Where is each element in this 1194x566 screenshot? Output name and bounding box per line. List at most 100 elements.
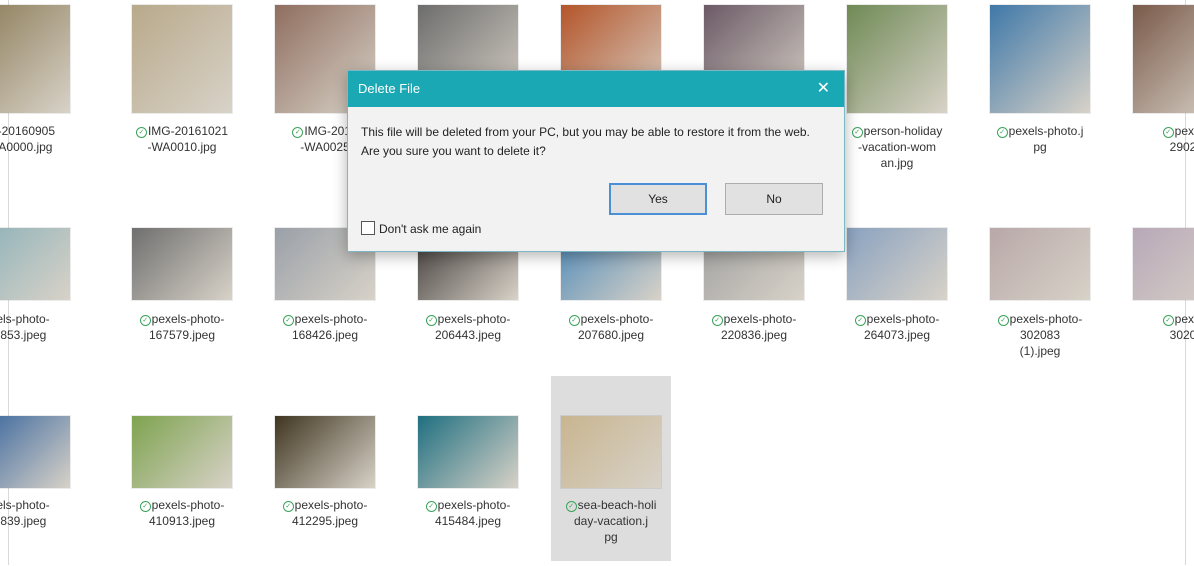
file-name-text: sea-beach-holi: [577, 498, 657, 512]
file-name: ✓ IMG-20161021 -WA0010.jpg: [122, 123, 242, 155]
thumbnail-image[interactable]: [132, 5, 232, 113]
file-name-text: 415484.jpeg: [434, 514, 502, 528]
file-name-line: WA0000.jpg: [0, 139, 80, 155]
file-name-line: day-vacation.j: [551, 513, 671, 529]
file-name-line: ✓ pexels-photo-: [265, 497, 385, 513]
file-name-text: -WA0025: [300, 140, 350, 154]
file-name-text: -WA0010.jpg: [147, 140, 217, 154]
file-name-line: ✓ sea-beach-holi: [551, 497, 671, 513]
sync-status-icon: ✓: [139, 315, 151, 326]
file-name-text: 410913.jpeg: [148, 514, 216, 528]
file-name-text: pexels-photo-: [294, 312, 368, 326]
thumbnail-image[interactable]: [132, 416, 232, 488]
file-name-line: xels-photo-: [0, 497, 80, 513]
dont-ask-again-checkbox[interactable]: [361, 221, 375, 235]
delete-file-dialog: Delete File ✕ This file will be deleted …: [347, 70, 845, 252]
file-item[interactable]: ✓ sea-beach-holi day-vacation.j pg: [551, 376, 671, 561]
file-name-line: (1).jpeg: [980, 343, 1100, 359]
sync-status-icon: ✓: [1162, 127, 1174, 138]
file-item[interactable]: ✓ pexels-photo- 167579.jpeg: [122, 228, 242, 378]
file-name-text: pexels-photo-: [151, 498, 225, 512]
file-name-text: 3839.jpeg: [0, 514, 47, 528]
dont-ask-again-label: Don't ask me again: [379, 222, 482, 236]
file-name-text: pexels-photo-: [437, 312, 511, 326]
file-name: ✓ pexels-photo- 220836.jpeg: [694, 311, 814, 343]
file-name-text: pg: [1033, 140, 1047, 154]
sync-status-icon: ✓: [135, 127, 147, 138]
file-name-text: pexels-photo-: [151, 312, 225, 326]
file-item[interactable]: ✓ pexels-photo.j pg: [980, 5, 1100, 155]
file-name-line: xels-photo-: [0, 311, 80, 327]
file-name-text: WA0000.jpg: [0, 140, 53, 154]
thumbnail-image[interactable]: [1133, 5, 1194, 113]
file-name-line: -vacation-wom: [837, 139, 957, 155]
file-name-line: ✓ pexels-photo-: [408, 497, 528, 513]
file-name-line: ✓ pexels-photo-: [122, 497, 242, 513]
file-name-line: ✓ pexels-photo-: [551, 311, 671, 327]
file-name-line: ✓ person-holiday: [837, 123, 957, 139]
file-item[interactable]: ✓ pexels-photo- 415484.jpeg: [408, 416, 528, 566]
sync-status-icon: ✓: [425, 501, 437, 512]
thumbnail-image[interactable]: [847, 228, 947, 300]
thumbnail-image[interactable]: [561, 416, 661, 488]
thumbnail-image[interactable]: [0, 228, 70, 300]
thumbnail-image[interactable]: [0, 416, 70, 488]
file-name-line: 167579.jpeg: [122, 327, 242, 343]
file-name-text: 167579.jpeg: [148, 328, 216, 342]
file-name-text: pexels-photo-: [437, 498, 511, 512]
file-item[interactable]: xels-photo- 5853.jpeg: [0, 228, 80, 378]
file-name: ✓ pexels-photo- 302083 (1).jpeg: [980, 311, 1100, 359]
thumbnail-image[interactable]: [0, 5, 70, 113]
file-item[interactable]: xels-photo- 3839.jpeg: [0, 416, 80, 566]
file-name-line: 3839.jpeg: [0, 513, 80, 529]
thumbnail-image[interactable]: [1133, 228, 1194, 300]
file-item[interactable]: ✓ pexels-photo- 302083 (1).jpeg: [980, 228, 1100, 378]
file-item[interactable]: ✓ IMG-20161021 -WA0010.jpg: [122, 5, 242, 155]
thumbnail-image[interactable]: [990, 5, 1090, 113]
file-name: ✓pexel2902: [1123, 123, 1194, 155]
no-button[interactable]: No: [725, 183, 823, 215]
file-name-line: 2902: [1123, 139, 1194, 155]
file-name-text: pexel: [1174, 312, 1194, 326]
file-name-line: 302083: [980, 327, 1100, 343]
file-name: ✓ pexels-photo- 206443.jpeg: [408, 311, 528, 343]
file-item[interactable]: ✓pexel2902: [1123, 5, 1194, 155]
file-name: ✓ person-holiday -vacation-wom an.jpg: [837, 123, 957, 171]
file-name-text: 206443.jpeg: [434, 328, 502, 342]
dont-ask-again-row[interactable]: Don't ask me again: [361, 221, 481, 237]
file-name-text: an.jpg: [880, 156, 914, 170]
file-item[interactable]: ✓ pexels-photo- 410913.jpeg: [122, 416, 242, 566]
file-item[interactable]: ✓ pexels-photo- 412295.jpeg: [265, 416, 385, 566]
sync-status-icon: ✓: [292, 127, 304, 138]
thumbnail-image[interactable]: [132, 228, 232, 300]
file-name-text: (1).jpeg: [1019, 344, 1061, 358]
file-name-line: ✓ pexels-photo-: [408, 311, 528, 327]
file-name-text: person-holiday: [863, 124, 943, 138]
sync-status-icon: ✓: [565, 501, 577, 512]
file-item[interactable]: ✓pexel3020: [1123, 228, 1194, 378]
thumbnail-image[interactable]: [275, 416, 375, 488]
file-name-line: 168426.jpeg: [265, 327, 385, 343]
file-name: xels-photo- 3839.jpeg: [0, 497, 80, 529]
file-item[interactable]: ✓ pexels-photo- 264073.jpeg: [837, 228, 957, 378]
close-icon[interactable]: ✕: [817, 71, 830, 107]
file-name-text: xels-photo-: [0, 498, 50, 512]
file-name-text: pexels-photo.j: [1008, 124, 1084, 138]
thumbnail-image[interactable]: [418, 416, 518, 488]
sync-status-icon: ✓: [139, 501, 151, 512]
thumbnail-image[interactable]: [990, 228, 1090, 300]
file-name: ✓ sea-beach-holi day-vacation.j pg: [551, 497, 671, 545]
file-name-text: IMG-20161021: [147, 124, 229, 138]
file-name-line: ✓ pexels-photo-: [265, 311, 385, 327]
file-name-line: IG-20160905: [0, 123, 80, 139]
dialog-title: Delete File: [358, 81, 421, 96]
file-name: ✓ pexels-photo- 415484.jpeg: [408, 497, 528, 529]
file-name: ✓ pexels-photo- 168426.jpeg: [265, 311, 385, 343]
file-name-text: 264073.jpeg: [863, 328, 931, 342]
yes-button[interactable]: Yes: [609, 183, 707, 215]
thumbnail-image[interactable]: [847, 5, 947, 113]
file-name-text: -vacation-wom: [857, 140, 937, 154]
file-item[interactable]: IG-20160905 WA0000.jpg: [0, 5, 80, 155]
file-name: IG-20160905 WA0000.jpg: [0, 123, 80, 155]
file-item[interactable]: ✓ person-holiday -vacation-wom an.jpg: [837, 5, 957, 170]
